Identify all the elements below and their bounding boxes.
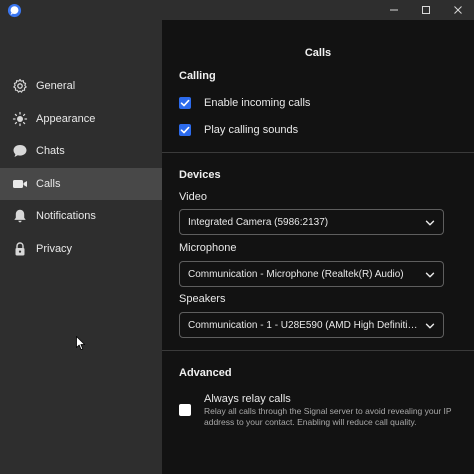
sidebar-item-label: Notifications: [36, 210, 96, 222]
sidebar-item-label: Chats: [36, 145, 65, 157]
section-divider: [162, 152, 474, 153]
chevron-down-icon: [425, 323, 435, 329]
settings-sidebar: General Appearance Chats Calls Notificat…: [0, 20, 162, 474]
video-device-value: Integrated Camera (5986:2137): [188, 217, 329, 228]
sidebar-item-notifications[interactable]: Notifications: [0, 200, 162, 232]
sidebar-item-general[interactable]: General: [0, 70, 162, 102]
window-titlebar: [0, 0, 474, 20]
maximize-button[interactable]: [410, 0, 442, 20]
sidebar-item-label: Privacy: [36, 243, 73, 255]
advanced-section-title: Advanced: [179, 367, 232, 379]
chevron-down-icon: [425, 220, 435, 226]
enable-incoming-calls-checkbox[interactable]: [179, 97, 191, 109]
lock-icon: [15, 242, 25, 256]
always-relay-calls-description: Relay all calls through the Signal serve…: [204, 406, 452, 427]
microphone-device-select[interactable]: Communication - Microphone (Realtek(R) A…: [179, 261, 444, 287]
speakers-label: Speakers: [179, 293, 226, 305]
sidebar-item-chats[interactable]: Chats: [0, 135, 162, 167]
microphone-label: Microphone: [179, 242, 237, 254]
checkmark-icon: [180, 99, 190, 107]
calls-settings-panel: Calls Calling Enable incoming calls Play…: [162, 20, 474, 474]
sidebar-item-label: Appearance: [36, 113, 96, 125]
speakers-device-value: Communication - 1 - U28E590 (AMD High De…: [188, 320, 420, 331]
close-button[interactable]: [442, 0, 474, 20]
devices-section-title: Devices: [179, 169, 221, 181]
chevron-down-icon: [425, 272, 435, 278]
calling-section-title: Calling: [179, 70, 216, 82]
sidebar-item-label: Calls: [36, 178, 61, 190]
sun-icon: [12, 111, 28, 127]
gear-icon: [13, 78, 27, 93]
play-calling-sounds-checkbox[interactable]: [179, 124, 191, 136]
mouse-cursor-icon: [76, 336, 85, 350]
sidebar-item-label: General: [36, 80, 76, 92]
enable-incoming-calls-label[interactable]: Enable incoming calls: [204, 96, 310, 110]
maximize-icon: [422, 6, 430, 14]
microphone-device-value: Communication - Microphone (Realtek(R) A…: [188, 269, 404, 280]
always-relay-calls-label[interactable]: Always relay calls: [204, 392, 291, 406]
minimize-button[interactable]: [378, 0, 410, 20]
video-device-select[interactable]: Integrated Camera (5986:2137): [179, 209, 444, 235]
sidebar-item-calls[interactable]: Calls: [0, 168, 162, 200]
play-calling-sounds-label[interactable]: Play calling sounds: [204, 123, 298, 137]
section-divider: [162, 350, 474, 351]
video-camera-icon: [13, 180, 27, 188]
video-label: Video: [179, 191, 207, 203]
chat-bubble-icon: [13, 145, 27, 157]
close-icon: [454, 6, 462, 14]
sidebar-item-privacy[interactable]: Privacy: [0, 233, 162, 265]
minimize-icon: [390, 9, 398, 11]
checkmark-icon: [180, 126, 190, 134]
sidebar-item-appearance[interactable]: Appearance: [0, 103, 162, 135]
signal-logo-icon: [7, 3, 22, 18]
always-relay-calls-checkbox[interactable]: [179, 404, 191, 416]
page-title: Calls: [304, 47, 332, 59]
speakers-device-select[interactable]: Communication - 1 - U28E590 (AMD High De…: [179, 312, 444, 338]
bell-icon: [14, 209, 26, 223]
